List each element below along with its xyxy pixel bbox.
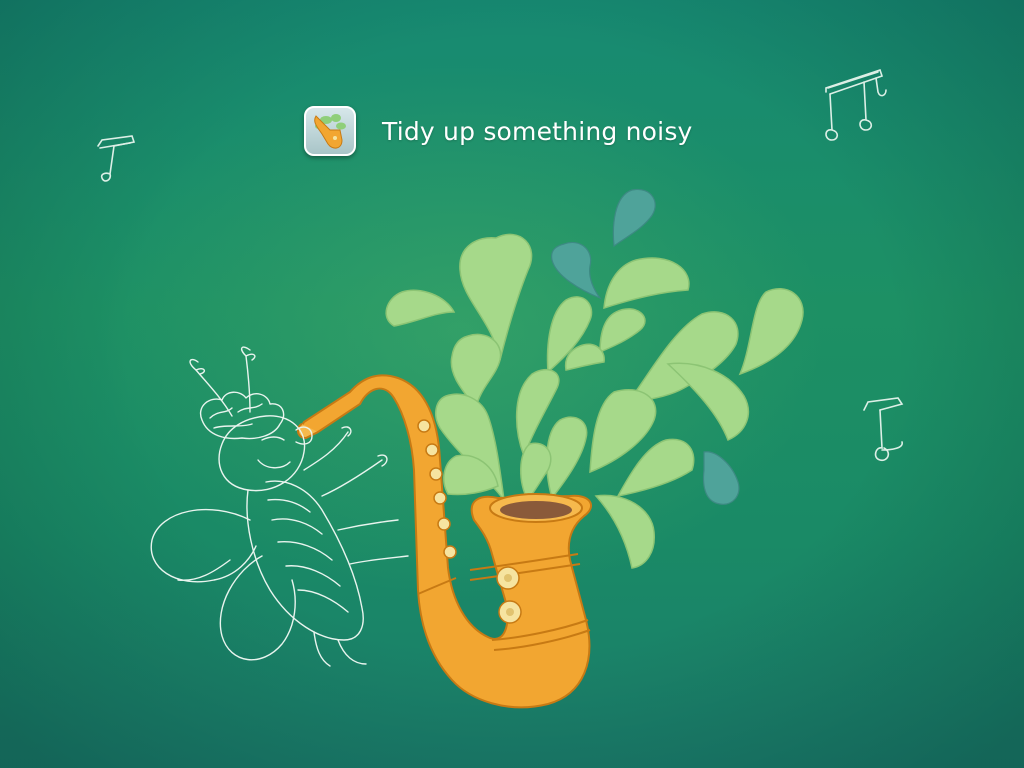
sketched-bee[interactable] — [150, 346, 409, 667]
game-scene — [150, 188, 804, 709]
splash-group[interactable] — [385, 233, 804, 569]
